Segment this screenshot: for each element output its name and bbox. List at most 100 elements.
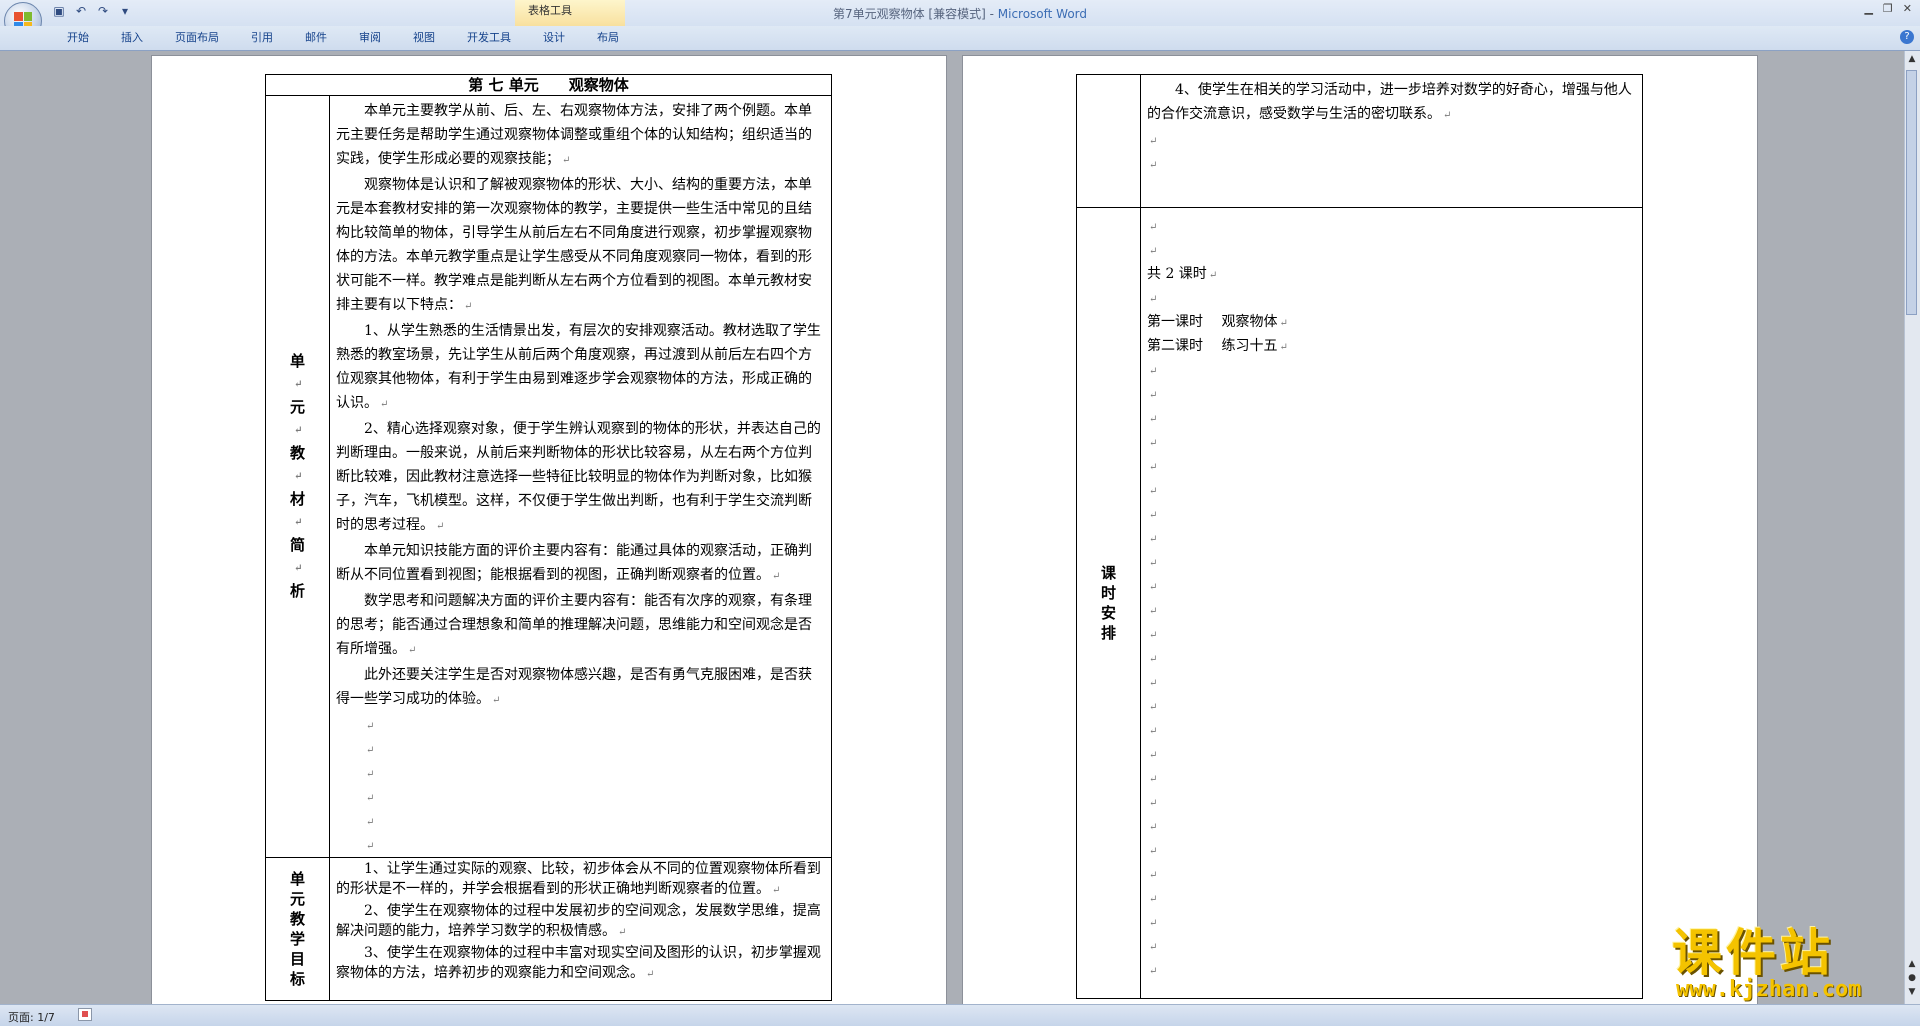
- goals-continued-cell[interactable]: 4、使学生在相关的学习活动中，进一步培养对数学的好奇心，增强与他人的合作交流意识…: [1140, 74, 1643, 208]
- application-name: Microsoft Word: [997, 7, 1088, 21]
- paragraph-mark: ↵: [1149, 894, 1158, 905]
- proofing-icon[interactable]: [78, 1008, 92, 1021]
- paragraph: 数学思考和问题解决方面的评价主要内容有：能否有次序的观察，有条理的思考；能否通过…: [336, 593, 812, 657]
- paragraph-mark: ↵: [1149, 726, 1158, 737]
- lesson-2-text: 第二课时 练习十五: [1147, 338, 1278, 354]
- minimize-icon[interactable]: ▁: [1864, 2, 1872, 15]
- paragraph-mark-icon: ↵: [772, 571, 781, 582]
- tab-developer[interactable]: 开发工具: [458, 30, 520, 46]
- document-name: 第7单元观察物体 [兼容模式]: [832, 7, 986, 21]
- tab-mailings[interactable]: 邮件: [296, 30, 336, 46]
- status-bar: 页面: 1/7: [0, 1004, 1920, 1026]
- paragraph-mark: ↵: [1149, 918, 1158, 929]
- label-char: 教: [289, 910, 305, 928]
- paragraph-mark: ↵: [1149, 558, 1158, 569]
- help-icon[interactable]: ?: [1900, 30, 1914, 44]
- watermark-url: www.kjzhan.com: [1676, 977, 1862, 1002]
- paragraph-mark: ↵: [1149, 774, 1158, 785]
- paragraph-mark: ↵: [1149, 630, 1158, 641]
- label-char: 单: [289, 352, 305, 370]
- materials-analysis-cell[interactable]: 本单元主要教学从前、后、左、右观察物体方法，安排了两个例题。本单元主要任务是帮助…: [328, 95, 833, 858]
- tab-layout[interactable]: 布局: [588, 30, 628, 46]
- tab-page-layout[interactable]: 页面布局: [166, 30, 228, 46]
- paragraph-mark: ↵: [1149, 246, 1158, 257]
- paragraph-mark-icon: ↵: [380, 399, 389, 410]
- label-char: 目: [289, 950, 305, 968]
- tab-insert[interactable]: 插入: [112, 30, 152, 46]
- paragraph-mark: ↵: [1149, 846, 1158, 857]
- label-char: 材: [289, 490, 305, 508]
- paragraph-mark-icon: ↵: [464, 301, 473, 312]
- scroll-up-icon[interactable]: ▲: [1906, 53, 1918, 65]
- paragraph-mark: ↵: [1149, 222, 1158, 233]
- lesson-1: 第一课时 观察物体 ↵: [1147, 314, 1288, 330]
- paragraph: 3、使学生在观察物体的过程中丰富对现实空间及图形的认识，初步掌握观察物体的方法，…: [336, 945, 821, 981]
- paragraph: 本单元主要教学从前、后、左、右观察物体方法，安排了两个例题。本单元主要任务是帮助…: [336, 103, 812, 167]
- paragraph-mark: ↵: [1149, 870, 1158, 881]
- paragraph-mark: ↵: [366, 793, 375, 804]
- label-char: 单: [289, 870, 305, 888]
- next-page-icon[interactable]: ▼: [1906, 986, 1918, 998]
- tab-home[interactable]: 开始: [58, 30, 98, 46]
- watermark-brand: 课件站: [1672, 924, 1834, 982]
- paragraph-mark: ↵: [1149, 654, 1158, 665]
- lesson-2: 第二课时 练习十五 ↵: [1147, 338, 1288, 354]
- paragraph-mark: ↵: [366, 769, 375, 780]
- title-separator: -: [985, 7, 998, 21]
- previous-page-icon[interactable]: ▲: [1906, 958, 1918, 970]
- paragraph-mark: ↵: [1149, 136, 1158, 147]
- paragraph-mark-icon: ↵: [436, 521, 445, 532]
- page-indicator[interactable]: 页面: 1/7: [8, 1009, 55, 1025]
- unit-overview-table: 第 七 单元 观察物体 单 ↵ 元 ↵ 教 ↵ 材 ↵ 简 ↵ 析 本单元主要教学从前、后…: [264, 74, 833, 1001]
- paragraph-mark: ↵: [366, 721, 375, 732]
- paragraph-mark: ↵: [366, 841, 375, 852]
- label-char: 学: [289, 930, 305, 948]
- tab-references[interactable]: 引用: [242, 30, 282, 46]
- tab-design[interactable]: 设计: [534, 30, 574, 46]
- label-char: 元: [289, 398, 305, 416]
- paragraph-mark: ↵: [1149, 414, 1158, 425]
- close-icon[interactable]: ✕: [1903, 2, 1912, 15]
- paragraph-mark-icon: ↵: [408, 645, 417, 656]
- paragraph-mark: ↵: [1149, 606, 1158, 617]
- section-label-goals: 单 元 教 学 目 标: [265, 857, 330, 1001]
- unit-title: 第 七 单元 观察物体: [264, 74, 833, 96]
- paragraph-mark: ↵: [1149, 510, 1158, 521]
- label-char: 课: [1100, 564, 1116, 582]
- teaching-goals-cell[interactable]: 1、让学生通过实际的观察、比较，初步体会从不同的位置观察物体所看到的形状是不一样…: [328, 857, 833, 1001]
- paragraph-mark: ↵: [1149, 486, 1158, 497]
- window-controls: ▁ ❐ ✕: [1864, 2, 1912, 15]
- schedule-table: 4、使学生在相关的学习活动中，进一步培养对数学的好奇心，增强与他人的合作交流意识…: [1076, 74, 1643, 999]
- schedule-cell[interactable]: ↵ ↵ 共 2 课时 ↵ ↵ 第一课时 观察物体 ↵ 第二课时 练习十五 ↵ ↵ ↵ …: [1140, 207, 1643, 999]
- window-title: 第7单元观察物体 [兼容模式] - Microsoft Word: [0, 5, 1920, 22]
- paragraph-mark: ↵: [1149, 942, 1158, 953]
- ribbon-tabs: 开始 插入 页面布局 引用 邮件 审阅 视图 开发工具 设计 布局: [58, 30, 642, 46]
- section-label-materials: 单 ↵ 元 ↵ 教 ↵ 材 ↵ 简 ↵ 析: [265, 95, 330, 858]
- paragraph-mark: ↵: [1149, 702, 1158, 713]
- tab-review[interactable]: 审阅: [350, 30, 390, 46]
- label-char: 排: [1100, 624, 1116, 642]
- paragraph-mark-icon: ↵: [1443, 110, 1452, 121]
- lesson-1-text: 第一课时 观察物体: [1147, 314, 1278, 330]
- total-hours: 共 2 课时 ↵: [1147, 266, 1218, 282]
- paragraph-mark-icon: ↵: [618, 927, 627, 938]
- paragraph-mark: ↵: [1149, 678, 1158, 689]
- label-char: 时: [1100, 584, 1116, 602]
- paragraph-mark: ↵: [1149, 966, 1158, 977]
- paragraph: 1、从学生熟悉的生活情景出发，有层次的安排观察活动。教材选取了学生熟悉的教室场景…: [336, 323, 821, 411]
- paragraph-mark: ↵: [1149, 582, 1158, 593]
- label-char: 标: [289, 970, 305, 988]
- restore-icon[interactable]: ❐: [1883, 2, 1893, 15]
- total-hours-text: 共 2 课时: [1147, 266, 1207, 282]
- paragraph-mark: ↵: [1149, 438, 1158, 449]
- paragraph-mark: ↵: [1149, 366, 1158, 377]
- label-char: 教: [289, 444, 305, 462]
- paragraph-mark-icon: ↵: [772, 885, 781, 896]
- paragraph-mark: ↵: [1149, 750, 1158, 761]
- select-browse-object-icon[interactable]: ●: [1906, 972, 1918, 984]
- label-char: 简: [289, 536, 305, 554]
- paragraph-mark-icon: ↵: [646, 969, 655, 980]
- scrollbar-thumb[interactable]: [1906, 70, 1917, 315]
- label-char: 安: [1100, 604, 1116, 622]
- tab-view[interactable]: 视图: [404, 30, 444, 46]
